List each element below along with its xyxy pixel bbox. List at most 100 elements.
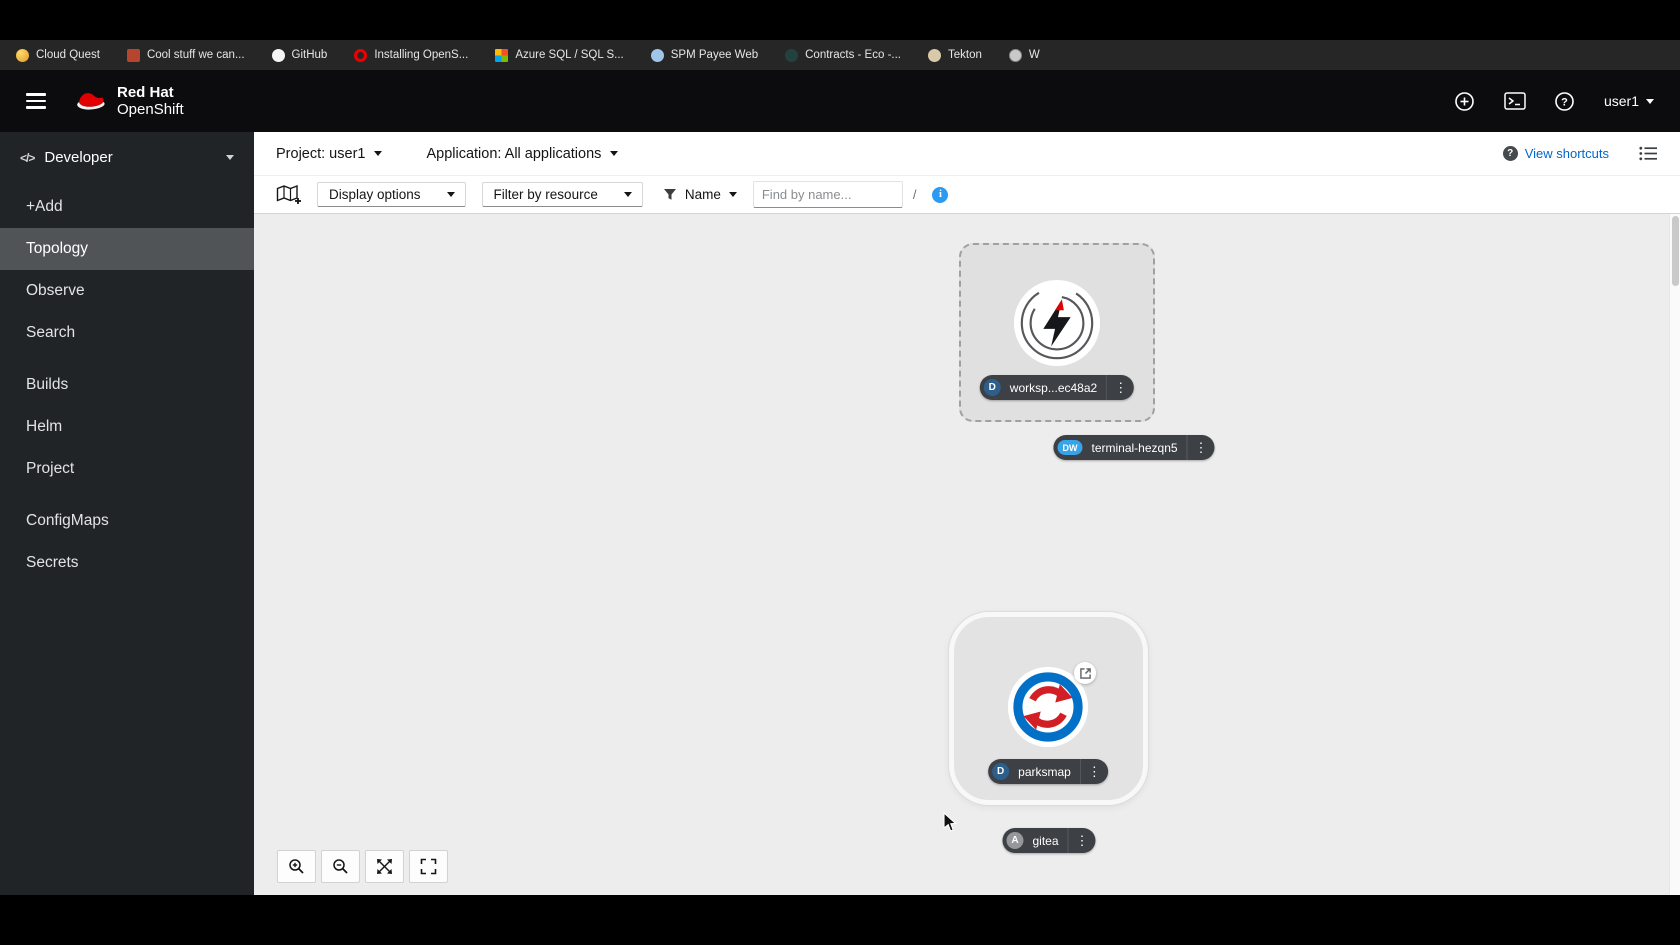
- github-favicon: [271, 48, 285, 62]
- openshift-favicon: [354, 48, 368, 62]
- application-badge: A: [1006, 832, 1024, 849]
- nav-group-divider: [0, 490, 254, 500]
- sidebar-item-topology[interactable]: Topology: [0, 228, 254, 270]
- help-button[interactable]: ?: [1554, 90, 1576, 112]
- chevron-down-icon: [226, 155, 234, 160]
- kebab-menu-icon[interactable]: ⋮: [1079, 759, 1108, 784]
- spm-favicon: [650, 48, 664, 62]
- sidebar-item-helm[interactable]: Helm: [0, 406, 254, 448]
- web-terminal-button[interactable]: [1504, 90, 1526, 112]
- application-dropdown[interactable]: Application: All applications: [426, 146, 619, 162]
- sidebar-nav-list: +Add Topology Observe Search Builds Helm…: [0, 186, 254, 584]
- view-shortcuts-link[interactable]: ? View shortcuts: [1502, 146, 1609, 161]
- globe-favicon: [1008, 48, 1022, 62]
- kebab-menu-icon[interactable]: ⋮: [1106, 375, 1134, 400]
- brand-text: Red Hat OpenShift: [117, 84, 184, 119]
- cloud-quest-favicon: [16, 48, 29, 62]
- devworkspace-node-icon[interactable]: [1013, 279, 1101, 367]
- export-application-button[interactable]: [276, 184, 301, 205]
- terminal-node-label[interactable]: DW terminal-hezqn5 ⋮: [1053, 435, 1215, 460]
- chevron-down-icon: [623, 192, 632, 197]
- bookmark-label: Cloud Quest: [36, 49, 100, 61]
- fit-to-screen-button[interactable]: [365, 850, 404, 883]
- masthead: Red Hat OpenShift ? user1: [0, 70, 1680, 132]
- bookmark-item[interactable]: Contracts - Eco -...: [785, 48, 901, 62]
- zoom-in-button[interactable]: [277, 850, 316, 883]
- sidebar-item-secrets[interactable]: Secrets: [0, 542, 254, 584]
- brand-line2: OpenShift: [117, 101, 184, 118]
- zoom-out-button[interactable]: [321, 850, 360, 883]
- workspace-node-label[interactable]: D worksp...ec48a2 ⋮: [979, 375, 1135, 400]
- reset-view-button[interactable]: [409, 850, 448, 883]
- parksmap-node-label[interactable]: D parksmap ⋮: [988, 759, 1108, 784]
- browser-bookmarks-bar: Cloud Quest Cool stuff we can... GitHub …: [0, 40, 1680, 70]
- list-view-toggle[interactable]: [1639, 146, 1658, 161]
- azure-favicon: [495, 48, 509, 62]
- sidebar-item-label: Search: [26, 324, 76, 341]
- sidebar-item-observe[interactable]: Observe: [0, 270, 254, 312]
- devworkspace-badge: DW: [1057, 440, 1083, 455]
- book-favicon: [126, 48, 140, 62]
- map-icon: [276, 184, 301, 204]
- quick-create-button[interactable]: [1454, 90, 1476, 112]
- perspective-switcher[interactable]: </> Developer: [0, 132, 254, 174]
- open-url-decorator[interactable]: [1074, 662, 1096, 684]
- gitea-node-label[interactable]: A gitea ⋮: [1002, 828, 1096, 853]
- sidebar-item-label: Helm: [26, 418, 63, 435]
- node-label-text: terminal-hezqn5: [1091, 440, 1178, 455]
- bookmark-label: Cool stuff we can...: [146, 49, 245, 61]
- question-circle-icon: ?: [1555, 91, 1575, 111]
- bookmark-label: W: [1028, 49, 1040, 61]
- display-options-dropdown[interactable]: Display options: [317, 182, 466, 207]
- bookmark-label: Azure SQL / SQL S...: [515, 49, 624, 61]
- sidebar-item-project[interactable]: Project: [0, 448, 254, 490]
- bookmark-item[interactable]: W: [1008, 48, 1040, 62]
- bookmark-item[interactable]: Tekton: [927, 48, 982, 62]
- user-menu[interactable]: user1: [1604, 93, 1654, 109]
- sidebar-item-builds[interactable]: Builds: [0, 364, 254, 406]
- sidebar-item-label: Observe: [26, 282, 85, 299]
- name-filter-dropdown[interactable]: Name: [663, 187, 737, 202]
- find-by-name-input[interactable]: [752, 181, 903, 208]
- perspective-label: Developer: [44, 149, 113, 166]
- sidebar-item-label: Builds: [26, 376, 69, 393]
- node-label-text: parksmap: [1018, 764, 1071, 779]
- bookmark-item[interactable]: Cool stuff we can...: [126, 48, 245, 62]
- name-filter-label: Name: [684, 187, 721, 202]
- bookmark-item[interactable]: Installing OpenS...: [354, 48, 468, 62]
- sidebar-item-add[interactable]: +Add: [0, 186, 254, 228]
- kebab-menu-icon[interactable]: ⋮: [1067, 828, 1096, 853]
- chevron-down-icon: [374, 151, 383, 156]
- deployment-badge: D: [983, 379, 1001, 396]
- project-dropdown[interactable]: Project: user1: [276, 145, 383, 162]
- kebab-menu-icon[interactable]: ⋮: [1186, 435, 1215, 460]
- scrollbar-thumb[interactable]: [1672, 216, 1679, 286]
- zoom-control-bar: [277, 850, 448, 883]
- slash-shortcut-hint: /: [912, 187, 917, 202]
- expand-arrows-icon: [377, 859, 392, 874]
- topology-canvas[interactable]: D worksp...ec48a2 ⋮ DW terminal-hezqn5 ⋮: [254, 214, 1680, 895]
- zoom-in-icon: [289, 859, 304, 874]
- nav-toggle-icon[interactable]: [26, 93, 46, 109]
- bookmark-item[interactable]: Cloud Quest: [16, 48, 100, 62]
- terminal-node-row: DW terminal-hezqn5 ⋮: [1053, 435, 1215, 460]
- bookmark-item[interactable]: GitHub: [271, 48, 327, 62]
- zoom-out-icon: [333, 859, 348, 874]
- info-icon[interactable]: i: [932, 186, 949, 203]
- project-context-bar: Project: user1 Application: All applicat…: [254, 132, 1680, 176]
- tekton-favicon: [927, 48, 941, 62]
- chevron-down-icon: [728, 192, 737, 197]
- contracts-favicon: [785, 48, 799, 62]
- sidebar-item-search[interactable]: Search: [0, 312, 254, 354]
- terminal-icon: [1504, 92, 1526, 110]
- sidebar-item-configmaps[interactable]: ConfigMaps: [0, 500, 254, 542]
- mouse-cursor: [943, 811, 959, 838]
- vertical-scrollbar[interactable]: [1669, 214, 1680, 895]
- filter-by-resource-dropdown[interactable]: Filter by resource: [481, 182, 643, 207]
- sidebar-item-label: Topology: [26, 240, 89, 257]
- svg-text:?: ?: [1562, 96, 1569, 108]
- project-dropdown-label: Project: user1: [276, 145, 366, 162]
- bookmark-item[interactable]: Azure SQL / SQL S...: [495, 48, 624, 62]
- bookmark-item[interactable]: SPM Payee Web: [650, 48, 758, 62]
- external-link-icon: [1079, 667, 1091, 679]
